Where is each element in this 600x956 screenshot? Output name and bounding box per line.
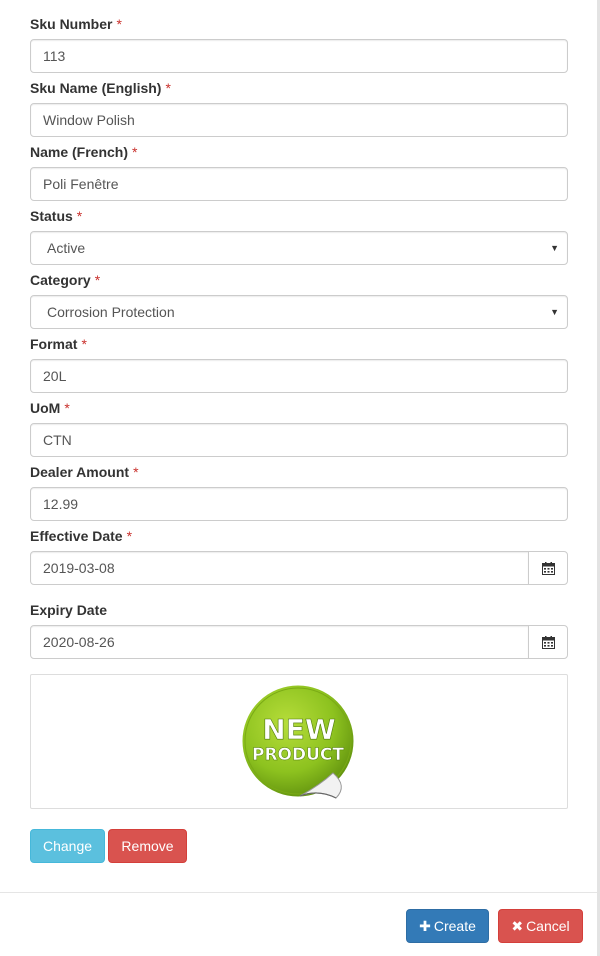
format-value: 20L [43, 368, 67, 384]
close-icon: ✖ [511, 918, 524, 934]
dealer-amount-label: Dealer Amount * [30, 464, 139, 480]
remove-label: Remove [121, 838, 174, 854]
uom-input[interactable]: CTN [30, 423, 568, 457]
status-label: Status * [30, 208, 82, 224]
sku-number-input[interactable]: 113 [30, 39, 568, 73]
required-marker: * [64, 400, 70, 416]
required-marker: * [94, 272, 101, 288]
required-marker: * [76, 208, 83, 224]
calendar-icon [541, 561, 555, 575]
required-marker: * [81, 336, 87, 352]
sku-number-label: Sku Number * [30, 16, 122, 32]
effective-date-label: Effective Date * [30, 528, 132, 544]
effective-date-label-text: Effective Date [30, 528, 123, 544]
sku-name-english-value: Window Polish [43, 112, 135, 128]
sku-number-value: 113 [43, 48, 66, 64]
expiry-date-label-text: Expiry Date [30, 602, 108, 618]
required-marker: * [126, 528, 133, 544]
name-french-value: Poli Fenêtre [43, 176, 119, 192]
status-value: Active [47, 240, 86, 256]
effective-date-input[interactable]: 2019-03-08 [30, 551, 529, 585]
change-image-button[interactable]: Change [30, 829, 105, 863]
create-label: Create [433, 918, 476, 934]
required-marker: * [133, 464, 139, 480]
expiry-date-input[interactable]: 2020-08-26 [30, 625, 529, 659]
effective-date-picker-button[interactable] [528, 551, 568, 585]
cancel-label: Cancel [526, 918, 570, 934]
dealer-amount-label-text: Dealer Amount [30, 464, 130, 480]
cancel-button[interactable]: ✖ Cancel [498, 909, 583, 943]
expiry-date-value: 2020-08-26 [43, 634, 115, 650]
sku-number-label-text: Sku Number [30, 16, 113, 32]
format-label: Format * [30, 336, 87, 352]
badge-line1: NEW [262, 713, 336, 746]
modal-footer-divider [0, 892, 597, 893]
required-marker: * [132, 144, 138, 160]
format-label-text: Format [30, 336, 78, 352]
format-input[interactable]: 20L [30, 359, 568, 393]
name-french-input[interactable]: Poli Fenêtre [30, 167, 568, 201]
caret-down-icon: ▼ [550, 243, 559, 253]
new-product-badge: NEW PRODUCT [239, 682, 357, 800]
sku-name-english-label: Sku Name (English) * [30, 80, 171, 96]
remove-image-button[interactable]: Remove [108, 829, 187, 863]
product-image-preview: NEW PRODUCT [30, 674, 568, 809]
uom-label-text: UoM [30, 400, 61, 416]
create-button[interactable]: ✚ Create [406, 909, 489, 943]
uom-value: CTN [43, 432, 72, 448]
status-label-text: Status [30, 208, 73, 224]
expiry-date-picker-button[interactable] [528, 625, 568, 659]
plus-icon: ✚ [419, 918, 431, 934]
category-select[interactable]: Corrosion Protection ▼ [30, 295, 568, 329]
badge-line2: PRODUCT [252, 745, 344, 765]
sku-name-english-label-text: Sku Name (English) [30, 80, 162, 96]
category-label: Category * [30, 272, 100, 288]
name-french-label: Name (French) * [30, 144, 137, 160]
uom-label: UoM * [30, 400, 70, 416]
sku-name-english-input[interactable]: Window Polish [30, 103, 568, 137]
name-french-label-text: Name (French) [30, 144, 129, 160]
category-value: Corrosion Protection [47, 304, 175, 320]
dealer-amount-value: 12.99 [43, 496, 79, 512]
expiry-date-label: Expiry Date [30, 602, 107, 618]
category-label-text: Category [30, 272, 91, 288]
status-select[interactable]: Active ▼ [30, 231, 568, 265]
dealer-amount-input[interactable]: 12.99 [30, 487, 568, 521]
caret-down-icon: ▼ [550, 307, 559, 317]
calendar-icon [541, 635, 555, 649]
effective-date-value: 2019-03-08 [43, 560, 115, 576]
required-marker: * [165, 80, 171, 96]
change-label: Change [42, 838, 93, 854]
required-marker: * [116, 16, 122, 32]
